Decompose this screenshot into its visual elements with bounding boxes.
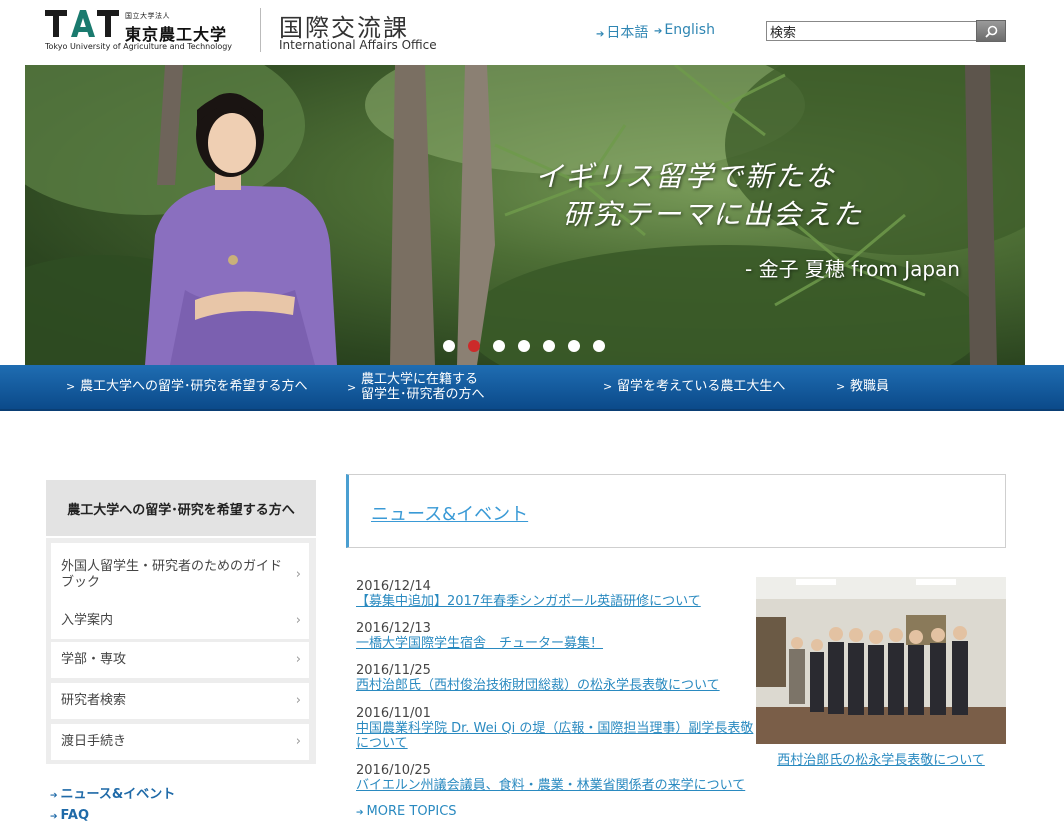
arrow-right-icon: ➔	[50, 812, 58, 822]
news-date: 2016/12/13	[356, 621, 431, 636]
sidebar-item-admissions[interactable]: 入学案内 ›	[51, 603, 309, 639]
slider-dot[interactable]	[543, 340, 555, 352]
news-link[interactable]: 一橋大学国際学生宿舎 チューター募集！	[356, 636, 756, 651]
arrow-right-icon: ➔	[596, 29, 605, 40]
news-link[interactable]: 中国農業科学院 Dr. Wei Qi の堤（広報・国際担当理事）副学長表敬につい…	[356, 721, 756, 751]
news-item: 2016/10/25 バイエルン州議会議員、食料・農業・林業省関係者の来学につい…	[356, 763, 756, 793]
sidebar-heading: 農工大学への留学･研究を希望する方へ	[46, 480, 316, 536]
sidebar-link-label: FAQ	[60, 808, 90, 823]
sidebar-item-label: 研究者検索	[61, 693, 127, 708]
feature-photo[interactable]	[756, 577, 1006, 744]
sidebar-link-news[interactable]: ➔ ニュース&イベント	[50, 783, 175, 802]
sidebar-menu: 外国人留学生・研究者のためのガイドブック › 入学案内 › 学部・専攻 › 研究…	[46, 538, 316, 764]
news-item: 2016/12/13 一橋大学国際学生宿舎 チューター募集！	[356, 621, 756, 651]
search-input[interactable]	[766, 21, 980, 41]
news-date: 2016/12/14	[356, 579, 431, 594]
nav-item-label-line2: 留学生･研究者の方へ	[361, 387, 485, 402]
header-divider	[260, 8, 261, 52]
more-topics-label: MORE TOPICS	[366, 804, 457, 819]
sidebar-item-guidebook[interactable]: 外国人留学生・研究者のためのガイドブック ›	[51, 543, 309, 607]
language-link-english[interactable]: ➔ English	[654, 22, 715, 38]
more-topics-link[interactable]: ➔ MORE TOPICS	[356, 804, 457, 819]
language-link-label: English	[664, 22, 715, 38]
logo-small-label: 国立大学法人	[125, 12, 170, 20]
sidebar-item-label: 入学案内	[61, 613, 114, 628]
news-link[interactable]: 【募集中追加】2017年春季シンガポール英語研修について	[356, 594, 756, 609]
nav-item-label-line1: 農工大学に在籍する	[361, 372, 479, 387]
feature-caption-link[interactable]: 西村治郎氏の松永学長表敬について	[756, 749, 1006, 768]
news-section-title[interactable]: ニュース&イベント	[371, 500, 528, 526]
group-photo-image	[756, 577, 1006, 744]
sidebar-item-label: 外国人留学生・研究者のためのガイドブック	[61, 559, 283, 590]
news-link[interactable]: バイエルン州議会議員、食料・農業・林業省関係者の来学について	[356, 778, 756, 793]
slider-dot[interactable]	[568, 340, 580, 352]
sidebar-item-arrival-procedures[interactable]: 渡日手続き ›	[51, 724, 309, 760]
arrow-right-icon: ➔	[50, 791, 58, 801]
news-item: 2016/11/25 西村治郎氏（西村俊治技術財団総裁）の松永学長表敬について	[356, 663, 756, 693]
nav-item-study-abroad[interactable]: > 留学を考えている農工大生へ	[603, 379, 786, 394]
sidebar-item-researcher-search[interactable]: 研究者検索 ›	[51, 683, 309, 719]
sidebar-item-label: 学部・専攻	[61, 652, 127, 667]
news-date: 2016/11/01	[356, 706, 431, 721]
office-title-en: International Affairs Office	[279, 38, 437, 52]
nav-item-label: 農工大学への留学･研究を希望する方へ	[80, 379, 308, 394]
chevron-right-icon: >	[603, 380, 613, 393]
tat-logo-mark	[45, 10, 119, 37]
nav-item-prospective[interactable]: > 農工大学への留学･研究を希望する方へ	[66, 379, 308, 394]
sidebar-link-label: ニュース&イベント	[60, 787, 176, 802]
arrow-right-icon: ➔	[654, 26, 663, 37]
chevron-right-icon: ›	[295, 652, 301, 667]
sidebar-link-faq[interactable]: ➔ FAQ	[50, 808, 89, 823]
chevron-right-icon: >	[347, 381, 357, 394]
news-date: 2016/10/25	[356, 763, 431, 778]
sidebar-item-label: 渡日手続き	[61, 734, 127, 749]
chevron-right-icon: ›	[295, 693, 301, 708]
hero-quote-line1: イギリス留学で新たな	[535, 160, 836, 193]
news-section-header: ニュース&イベント	[346, 474, 1006, 548]
slider-dots	[443, 340, 605, 352]
main-nav: > 農工大学への留学･研究を希望する方へ > 農工大学に在籍する 留学生･研究者…	[0, 365, 1064, 411]
chevron-right-icon: ›	[295, 613, 301, 628]
slider-dot[interactable]	[468, 340, 480, 352]
nav-item-current-students[interactable]: > 農工大学に在籍する 留学生･研究者の方へ	[347, 372, 485, 402]
university-logo[interactable]: 国立大学法人 東京農工大学 Tokyo University of Agricu…	[45, 10, 245, 52]
sidebar-item-departments[interactable]: 学部・専攻 ›	[51, 642, 309, 678]
magnifier-icon	[984, 25, 997, 38]
news-date: 2016/11/25	[356, 663, 431, 678]
news-link[interactable]: 西村治郎氏（西村俊治技術財団総裁）の松永学長表敬について	[356, 678, 756, 693]
news-item: 2016/12/14 【募集中追加】2017年春季シンガポール英語研修について	[356, 579, 756, 609]
logo-name-en: Tokyo University of Agriculture and Tech…	[45, 42, 233, 51]
language-link-japanese[interactable]: ➔ 日本語	[596, 22, 648, 42]
hero-attribution: - 金子 夏穂 from Japan	[745, 257, 960, 281]
chevron-right-icon: ›	[295, 567, 301, 582]
slider-dot[interactable]	[518, 340, 530, 352]
language-link-label: 日本語	[606, 25, 649, 41]
slider-dot[interactable]	[593, 340, 605, 352]
nav-item-faculty[interactable]: > 教職員	[836, 379, 890, 394]
hero-photo	[25, 65, 1025, 365]
nav-item-label: 留学を考えている農工大生へ	[617, 379, 786, 394]
chevron-right-icon: >	[66, 380, 76, 393]
chevron-right-icon: ›	[295, 734, 301, 749]
search-button[interactable]	[976, 20, 1006, 42]
arrow-right-icon: ➔	[356, 808, 364, 818]
slider-dot[interactable]	[493, 340, 505, 352]
hero-slider[interactable]: イギリス留学で新たな 研究テーマに出会えた - 金子 夏穂 from Japan	[25, 65, 1025, 365]
news-item: 2016/11/01 中国農業科学院 Dr. Wei Qi の堤（広報・国際担当…	[356, 706, 756, 751]
hero-quote-line2: 研究テーマに出会えた	[563, 198, 864, 231]
nav-item-label: 教職員	[850, 379, 890, 394]
slider-dot[interactable]	[443, 340, 455, 352]
chevron-right-icon: >	[836, 380, 846, 393]
